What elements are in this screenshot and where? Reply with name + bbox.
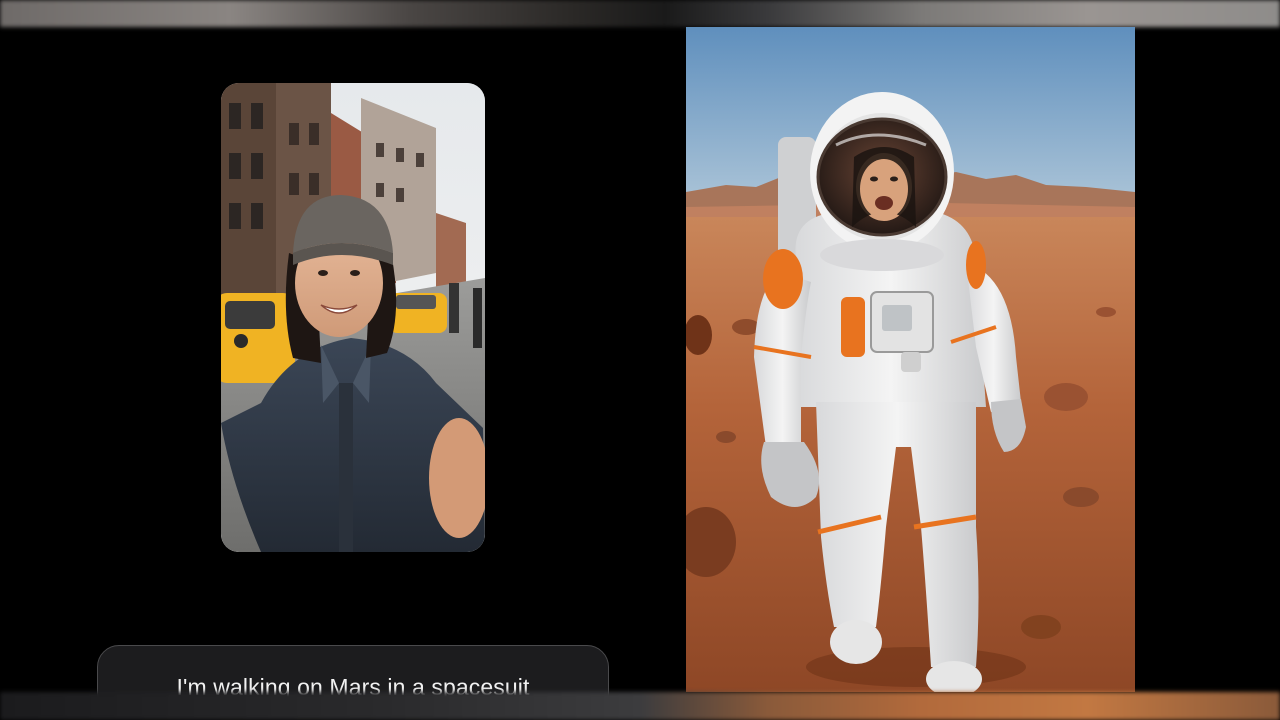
mars-illustration: [686, 27, 1135, 692]
input-selfie-photo: [221, 83, 485, 552]
top-blurred-strip: [0, 0, 1280, 27]
video-frame: I'm walking on Mars in a spacesuit: [0, 0, 1280, 720]
bottom-blurred-strip: [0, 692, 1280, 720]
output-mars-astronaut-image: [686, 27, 1135, 692]
selfie-illustration: [221, 83, 485, 552]
